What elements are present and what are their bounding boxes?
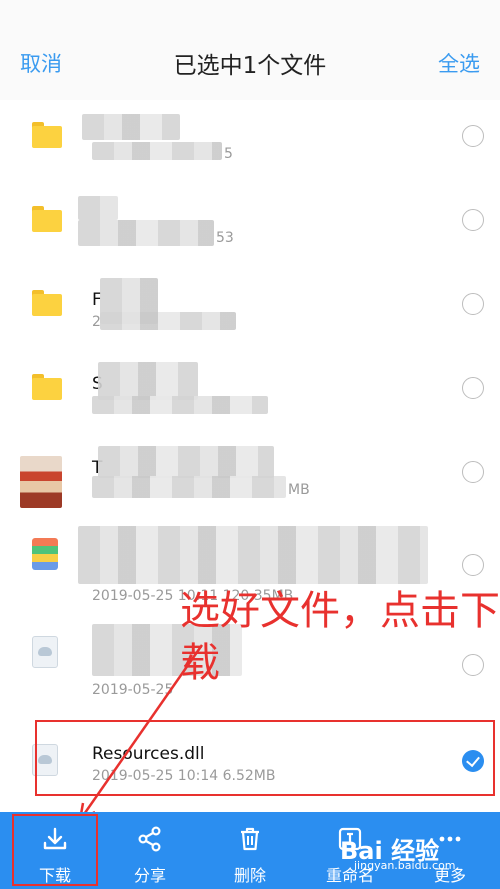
image-thumbnail — [20, 456, 62, 508]
folder-icon — [32, 206, 62, 236]
file-meta: 53 — [216, 230, 234, 246]
baidu-watermark: Bai 经验 jingyan.baidu.com — [340, 831, 460, 873]
file-meta: MB — [288, 482, 310, 498]
blurred-region — [78, 220, 214, 246]
select-radio[interactable] — [462, 461, 484, 483]
top-bar: 取消 已选中1个文件 全选 — [0, 0, 500, 100]
list-item[interactable]: S — [0, 352, 500, 436]
list-item[interactable]: 53 — [0, 184, 500, 268]
select-radio[interactable] — [462, 377, 484, 399]
blurred-region — [92, 476, 286, 498]
download-highlight — [12, 814, 98, 886]
file-meta: 5 — [224, 146, 233, 162]
file-icon — [32, 636, 58, 668]
list-item[interactable]: F 2 — [0, 268, 500, 352]
blurred-region — [78, 196, 118, 220]
share-label: 分享 — [133, 866, 166, 885]
select-radio[interactable] — [462, 125, 484, 147]
blurred-region — [82, 114, 180, 140]
file-meta: 2019-05-25 — [92, 682, 174, 698]
trash-icon — [241, 827, 259, 851]
share-button[interactable]: 分享 — [110, 812, 190, 889]
delete-button[interactable]: 删除 — [210, 812, 290, 889]
list-item[interactable]: 5 — [0, 100, 500, 184]
select-radio[interactable] — [462, 554, 484, 576]
blurred-region — [92, 396, 268, 414]
archive-icon — [32, 538, 58, 570]
annotation-text: 选好文件，点击下载 — [180, 588, 500, 686]
select-radio[interactable] — [462, 209, 484, 231]
blurred-region — [100, 312, 236, 330]
select-radio[interactable] — [462, 293, 484, 315]
share-icon — [138, 826, 161, 852]
folder-icon — [32, 290, 62, 320]
watermark-url: jingyan.baidu.com — [354, 859, 456, 872]
folder-icon — [32, 374, 62, 404]
blurred-region — [78, 526, 428, 584]
list-item[interactable]: T MB — [0, 436, 500, 520]
page-title: 已选中1个文件 — [173, 53, 327, 79]
blurred-region — [92, 142, 222, 160]
select-all-button[interactable]: 全选 — [438, 48, 480, 78]
blurred-region — [98, 446, 274, 478]
selection-highlight — [35, 720, 495, 796]
blurred-region — [98, 362, 198, 400]
folder-icon — [32, 122, 62, 152]
delete-label: 删除 — [233, 866, 266, 885]
